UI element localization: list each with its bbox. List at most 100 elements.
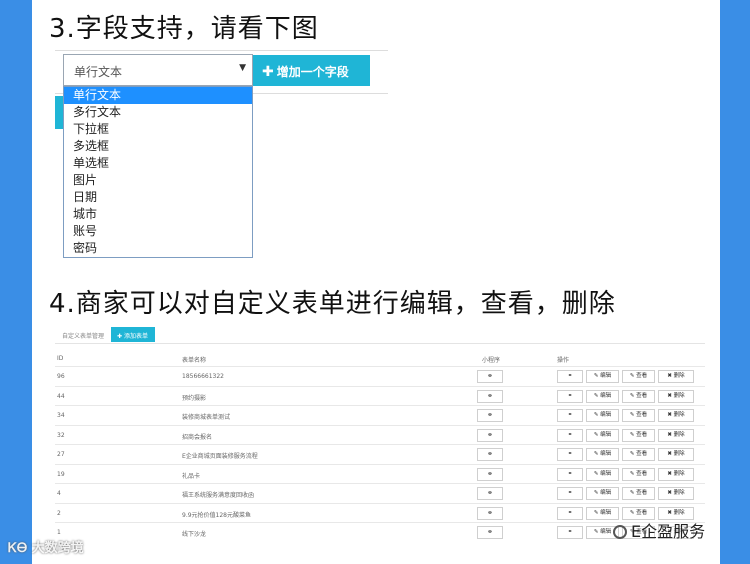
- miniprogram-link-button[interactable]: ⚭: [477, 526, 503, 539]
- miniprogram-link-button[interactable]: ⚭: [477, 389, 503, 403]
- row-name: E企业商城页面装修服务流程: [182, 453, 258, 460]
- delete-button[interactable]: ✖ 删除: [658, 389, 694, 403]
- edit-button[interactable]: ✎ 编辑: [586, 467, 619, 481]
- link-icon: ⚭: [567, 373, 573, 379]
- miniprogram-link-button[interactable]: ⚭: [477, 409, 503, 422]
- miniprogram-link-button[interactable]: ⚭: [477, 487, 503, 500]
- miniprogram-link-button[interactable]: ⚭: [477, 506, 503, 520]
- link-icon: ⚭: [567, 451, 573, 457]
- row-id: 27: [57, 451, 65, 458]
- column-header-name: 表单名称: [182, 357, 207, 364]
- row-name: 18566661322: [182, 373, 224, 380]
- link-icon: ⚭: [487, 469, 493, 478]
- link-button[interactable]: ⚭: [557, 448, 583, 461]
- plus-icon: ✚: [262, 64, 274, 80]
- link-icon: ⚭: [487, 372, 493, 380]
- miniprogram-link-button[interactable]: ⚭: [477, 428, 503, 442]
- table-row: 19 礼品卡 ⚭ ⚭ ✎ 编辑 ✎ 查看 ✖ 删除: [55, 463, 705, 484]
- dropdown-option[interactable]: 多选框: [64, 138, 252, 155]
- edit-button[interactable]: ✎ 编辑: [586, 370, 619, 383]
- dropdown-option[interactable]: 多行文本: [64, 104, 252, 121]
- right-border: [720, 0, 750, 564]
- miniprogram-link-button[interactable]: ⚭: [477, 370, 503, 383]
- dropdown-option[interactable]: 单选框: [64, 155, 252, 172]
- link-button[interactable]: ⚭: [557, 526, 583, 539]
- link-icon: ⚭: [567, 392, 573, 399]
- divider: [55, 50, 388, 51]
- link-icon: ⚭: [487, 508, 493, 517]
- delete-button[interactable]: ✖ 删除: [658, 448, 694, 461]
- field-type-select[interactable]: 单行文本 ▼: [63, 54, 253, 86]
- link-icon: ⚭: [567, 470, 573, 477]
- row-name: 招商会报名: [182, 433, 213, 441]
- edit-button[interactable]: ✎ 编辑: [586, 389, 619, 403]
- link-icon: ⚭: [487, 411, 493, 419]
- delete-button[interactable]: ✖ 删除: [658, 428, 694, 442]
- row-id: 96: [57, 373, 65, 380]
- table-row: 4 福王系统服务满意度回收函 ⚭ ⚭ ✎ 编辑 ✎ 查看 ✖ 删除: [55, 483, 705, 503]
- dropdown-option[interactable]: 下拉框: [64, 121, 252, 138]
- table-row: 96 18566661322 ⚭ ⚭ ✎ 编辑 ✎ 查看 ✖ 删除: [55, 366, 705, 386]
- edit-button[interactable]: ✎ 编辑: [586, 448, 619, 461]
- link-button[interactable]: ⚭: [557, 389, 583, 403]
- edit-button[interactable]: ✎ 编辑: [586, 487, 619, 500]
- delete-button[interactable]: ✖ 删除: [658, 409, 694, 422]
- dropdown-option[interactable]: 单行文本: [64, 87, 252, 104]
- table-row: 32 招商会报名 ⚭ ⚭ ✎ 编辑 ✎ 查看 ✖ 删除: [55, 424, 705, 445]
- section-heading-4: 4.商家可以对自定义表单进行编辑，查看，删除: [49, 289, 616, 319]
- field-type-dropdown: 单行文本 多行文本 下拉框 多选框 单选框 图片 日期 城市 账号 密码: [63, 86, 253, 258]
- row-id: 2: [57, 509, 61, 517]
- left-border: [0, 0, 32, 564]
- link-button[interactable]: ⚭: [557, 370, 583, 383]
- view-button[interactable]: ✎ 查看: [622, 409, 655, 422]
- edit-button[interactable]: ✎ 编辑: [586, 409, 619, 422]
- add-field-label: 增加一个字段: [276, 65, 349, 79]
- miniprogram-link-button[interactable]: ⚭: [477, 448, 503, 461]
- row-name: 9.9元抢价值128元酸菜鱼: [182, 511, 251, 519]
- link-icon: ⚭: [487, 489, 493, 497]
- table-row: 1 线下沙龙 ⚭ ⚭ ✎ 编辑 ✎ 查看 ✖ 删除: [55, 522, 705, 542]
- field-type-select-value: 单行文本: [74, 65, 123, 79]
- edit-button[interactable]: ✎ 编辑: [586, 428, 619, 442]
- dropdown-option[interactable]: 日期: [64, 189, 252, 206]
- link-button[interactable]: ⚭: [557, 506, 583, 520]
- table-row: 44 预约摄影 ⚭ ⚭ ✎ 编辑 ✎ 查看 ✖ 删除: [55, 385, 705, 406]
- row-id: 19: [57, 470, 65, 478]
- row-id: 4: [57, 490, 61, 497]
- add-field-button[interactable]: ✚ 增加一个字段: [253, 55, 370, 86]
- dropdown-option[interactable]: 账号: [64, 223, 252, 240]
- column-header-id: ID: [57, 355, 64, 362]
- delete-button[interactable]: ✖ 删除: [658, 370, 694, 383]
- delete-button[interactable]: ✖ 删除: [658, 487, 694, 500]
- link-button[interactable]: ⚭: [557, 409, 583, 422]
- column-header-actions: 操作: [557, 357, 570, 364]
- view-button[interactable]: ✎ 查看: [622, 487, 655, 500]
- view-button[interactable]: ✎ 查看: [622, 389, 655, 403]
- link-icon: ⚭: [487, 391, 493, 400]
- divider: [55, 343, 705, 344]
- row-id: 44: [57, 392, 65, 400]
- add-form-label: 添加表单: [123, 333, 148, 340]
- add-form-button[interactable]: ✚ 添加表单: [111, 327, 155, 342]
- view-button[interactable]: ✎ 查看: [622, 448, 655, 461]
- row-name: 线下沙龙: [182, 531, 207, 538]
- miniprogram-link-button[interactable]: ⚭: [477, 467, 503, 481]
- view-button[interactable]: ✎ 查看: [622, 370, 655, 383]
- section-heading-3: 3.字段支持，请看下图: [49, 14, 319, 44]
- delete-button[interactable]: ✖ 删除: [658, 467, 694, 481]
- link-button[interactable]: ⚭: [557, 428, 583, 442]
- link-button[interactable]: ⚭: [557, 467, 583, 481]
- link-icon: ⚭: [487, 430, 493, 439]
- view-button[interactable]: ✎ 查看: [622, 467, 655, 481]
- table-row: 2 9.9元抢价值128元酸菜鱼 ⚭ ⚭ ✎ 编辑 ✎ 查看 ✖ 删除: [55, 502, 705, 523]
- link-icon: ⚭: [567, 412, 573, 418]
- view-button[interactable]: ✎ 查看: [622, 428, 655, 442]
- link-button[interactable]: ⚭: [557, 487, 583, 500]
- caret-down-icon: ▼: [239, 63, 246, 73]
- column-header-miniprogram: 小程序: [482, 357, 501, 364]
- dropdown-option[interactable]: 图片: [64, 172, 252, 189]
- watermark-left: ᏦᎾ 大数跨境: [8, 541, 84, 556]
- link-icon: ⚭: [567, 529, 573, 535]
- dropdown-option[interactable]: 密码: [64, 240, 252, 257]
- dropdown-option[interactable]: 城市: [64, 206, 252, 223]
